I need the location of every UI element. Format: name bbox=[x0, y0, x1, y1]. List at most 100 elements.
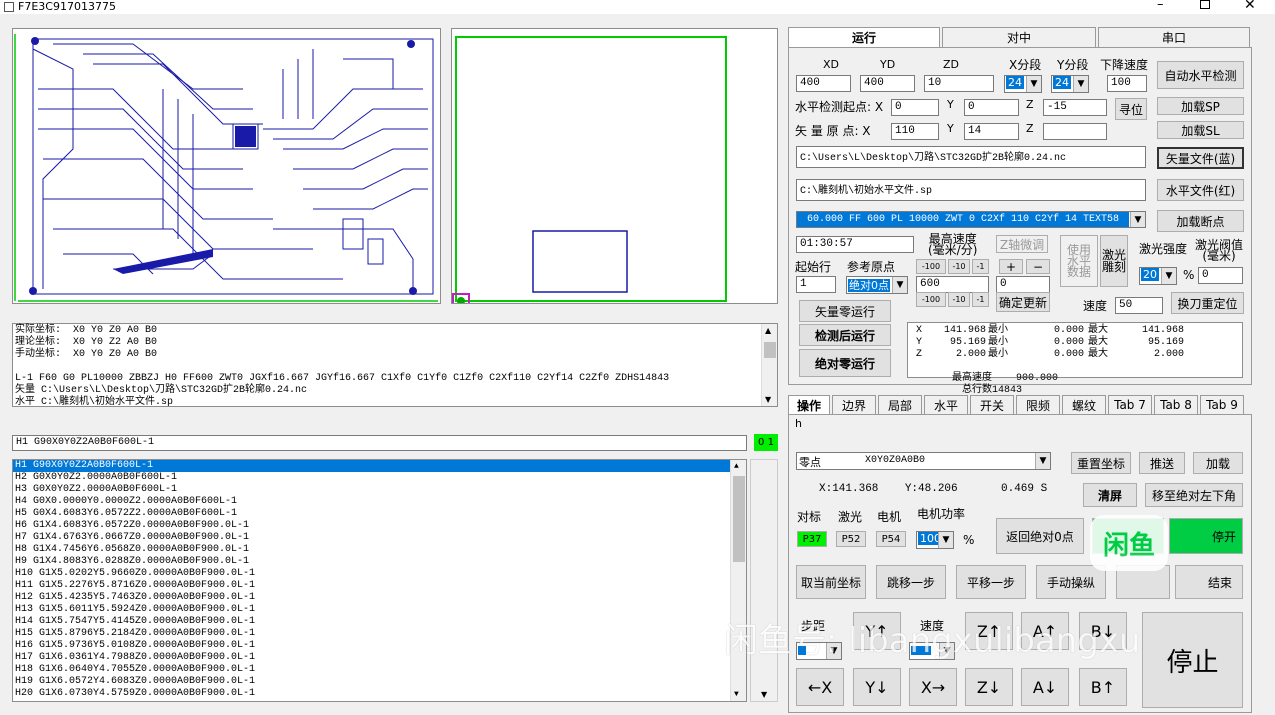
gcode-row[interactable]: H3 G0X0Y0Z2.0000A0B0F600L-1 bbox=[13, 484, 731, 496]
gcode-row[interactable]: H6 G1X4.6083Y6.0572Z0.0000A0B0F900.0L-1 bbox=[13, 520, 731, 532]
reset-coord-button[interactable]: 重置坐标 bbox=[1071, 452, 1131, 474]
tab-run[interactable]: 运行 bbox=[788, 27, 940, 47]
vector-preview-canvas[interactable] bbox=[451, 28, 778, 307]
vector-zero-run-button[interactable]: 矢量零运行 bbox=[799, 300, 891, 322]
laser-power-select[interactable]: 20 ▼ bbox=[1139, 267, 1177, 285]
speed-minus100-button-top[interactable]: -100 bbox=[916, 259, 946, 274]
abs-zero-run-button[interactable]: 绝对零运行 bbox=[799, 349, 891, 377]
load-button[interactable]: 加载 bbox=[1193, 452, 1243, 474]
command-input[interactable]: H1 G90X0Y0Z2A0B0F600L-1 bbox=[12, 435, 747, 451]
gcode-list-scrollbar[interactable]: ▲ ▼ bbox=[730, 460, 746, 701]
speed-minus10-button-top[interactable]: -10 bbox=[948, 259, 970, 274]
vector-file-button[interactable]: 矢量文件(蓝) bbox=[1157, 147, 1244, 169]
speed-minus1-button[interactable]: -1 bbox=[972, 292, 989, 307]
manual-control-button[interactable]: 手动操纵 bbox=[1036, 565, 1106, 599]
gcode-row[interactable]: H1 G90X0Y0Z2A0B0F600L-1 bbox=[13, 460, 731, 472]
speed-minus100-button[interactable]: -100 bbox=[916, 292, 946, 307]
xd-field[interactable]: 400 bbox=[796, 75, 851, 92]
vector-file-path[interactable]: C:\Users\L\Desktop\刀路\STC32GD扩2B轮廓0.24.n… bbox=[796, 146, 1146, 168]
return-abs-zero-button[interactable]: 返回绝对0点 bbox=[996, 518, 1084, 554]
speed-minus10-button[interactable]: -10 bbox=[948, 292, 970, 307]
get-current-coord-button[interactable]: 取当前坐标 bbox=[796, 565, 866, 599]
start-row-field[interactable]: 1 bbox=[796, 276, 836, 293]
stop-open-button[interactable]: 停开 bbox=[1169, 518, 1243, 554]
load-breakpoint-button[interactable]: 加载断点 bbox=[1157, 210, 1244, 232]
z-minus-button[interactable]: − bbox=[1026, 259, 1050, 274]
gcode-row[interactable]: H2 G0X0Y0Z2.0000A0B0F600L-1 bbox=[13, 472, 731, 484]
confirm-update-button[interactable]: 确定更新 bbox=[996, 292, 1050, 312]
gcode-row[interactable]: H9 G1X4.8083Y6.0288Z0.0000A0B0F900.0L-1 bbox=[13, 556, 731, 568]
pcb-preview-canvas[interactable] bbox=[12, 28, 441, 304]
minimize-icon[interactable]: – bbox=[1157, 0, 1164, 12]
gcode-row[interactable]: H7 G1X4.6763Y6.0667Z0.0000A0B0F900.0L-1 bbox=[13, 532, 731, 544]
tab-bottom-2[interactable]: 局部 bbox=[878, 395, 922, 414]
tab-bottom-3[interactable]: 水平 bbox=[924, 395, 968, 414]
gcode-outer-scrollbar[interactable]: ▼ bbox=[750, 459, 778, 702]
gcode-row[interactable]: H20 G1X6.0730Y4.5759Z0.0000A0B0F900.0L-1 bbox=[13, 688, 731, 700]
tab-bottom-5[interactable]: 限频 bbox=[1016, 395, 1060, 414]
p52-toggle[interactable]: P52 bbox=[836, 531, 866, 547]
tab-bottom-7[interactable]: Tab 7 bbox=[1108, 395, 1152, 414]
gcode-row[interactable]: H5 G0X4.6083Y6.0572Z2.0000A0B0F600L-1 bbox=[13, 508, 731, 520]
x-left-button[interactable]: ←X bbox=[796, 668, 844, 706]
level-x-field[interactable]: 0 bbox=[891, 99, 939, 116]
laser-engrave-button[interactable]: 激光 雕刻 bbox=[1100, 235, 1128, 287]
gcode-row[interactable]: H12 G1X5.4235Y5.7463Z0.0000A0B0F900.0L-1 bbox=[13, 592, 731, 604]
info-log-scrollbar[interactable]: ▲ ▼ bbox=[761, 324, 777, 406]
gcode-row[interactable]: H17 G1X6.0361Y4.7988Z0.0000A0B0F900.0L-1 bbox=[13, 652, 731, 664]
pan-step-button[interactable]: 平移一步 bbox=[956, 565, 1026, 599]
tab-bottom-8[interactable]: Tab 8 bbox=[1154, 395, 1198, 414]
ref-origin-select[interactable]: 绝对0点 ▼ bbox=[846, 276, 908, 294]
tab-center[interactable]: 对中 bbox=[942, 27, 1096, 47]
speed-minus1-button-top[interactable]: -1 bbox=[972, 259, 989, 274]
clear-screen-button[interactable]: 清屏 bbox=[1083, 483, 1137, 507]
p37-toggle[interactable]: P37 bbox=[797, 531, 827, 547]
jump-step-button[interactable]: 跳移一步 bbox=[876, 565, 946, 599]
params-select[interactable]: 60.000 FF 600 PL 10000 ZWT 0 C2Xf 110 C2… bbox=[796, 211, 1146, 228]
yd-field[interactable]: 400 bbox=[860, 75, 915, 92]
tab-bottom-9[interactable]: Tab 9 bbox=[1200, 395, 1244, 414]
gcode-row[interactable]: H14 G1X5.7547Y5.4145Z0.0000A0B0F900.0L-1 bbox=[13, 616, 731, 628]
gcode-row[interactable]: H13 G1X5.6011Y5.5924Z0.0000A0B0F900.0L-1 bbox=[13, 604, 731, 616]
tool-change-button[interactable]: 换刀重定位 bbox=[1171, 292, 1244, 314]
stop-button[interactable]: 停止 bbox=[1142, 612, 1243, 708]
level-y-field[interactable]: 0 bbox=[964, 99, 1019, 116]
zd-field[interactable]: 10 bbox=[924, 75, 994, 92]
gcode-row[interactable]: H10 G1X5.0202Y5.9660Z0.0000A0B0F900.0L-1 bbox=[13, 568, 731, 580]
check-run-button[interactable]: 检测后运行 bbox=[799, 324, 891, 346]
origin-z-field[interactable] bbox=[1043, 123, 1107, 140]
gcode-row[interactable]: H4 G0X0.0000Y0.0000Z2.0000A0B0F600L-1 bbox=[13, 496, 731, 508]
b-up-button[interactable]: B↑ bbox=[1079, 668, 1127, 706]
seek-position-button[interactable]: 寻位 bbox=[1115, 98, 1147, 120]
load-sp-button[interactable]: 加载SP bbox=[1157, 97, 1244, 115]
down-speed-field[interactable]: 100 bbox=[1107, 75, 1147, 92]
tab-serial[interactable]: 串口 bbox=[1098, 27, 1250, 47]
end-button[interactable]: 结束 bbox=[1175, 565, 1243, 599]
x-right-button[interactable]: X→ bbox=[909, 668, 957, 706]
gcode-row[interactable]: H16 G1X5.9736Y5.0108Z0.0000A0B0F900.0L-1 bbox=[13, 640, 731, 652]
zero-point-select[interactable]: 零点 X0Y0Z0A0B0 ▼ bbox=[796, 452, 1051, 470]
z-micro-adjust-button[interactable]: Z轴微调 bbox=[996, 235, 1048, 253]
origin-y-field[interactable]: 14 bbox=[964, 123, 1019, 140]
motor-power-select[interactable]: 100 ▼ bbox=[916, 531, 954, 549]
move-abs-bottom-left-button[interactable]: 移至绝对左下角 bbox=[1145, 483, 1243, 507]
tab-bottom-6[interactable]: 螺纹 bbox=[1062, 395, 1106, 414]
gcode-row[interactable]: H8 G1X4.7456Y6.0568Z0.0000A0B0F900.0L-1 bbox=[13, 544, 731, 556]
p54-toggle[interactable]: P54 bbox=[876, 531, 906, 547]
tab-bottom-0[interactable]: 操作 bbox=[788, 395, 830, 414]
laser-threshold-field[interactable]: 0 bbox=[1198, 267, 1243, 284]
a-down-button[interactable]: A↓ bbox=[1021, 668, 1069, 706]
push-button[interactable]: 推送 bbox=[1139, 452, 1185, 474]
z-micro-field[interactable]: 0 bbox=[996, 276, 1050, 293]
gcode-row[interactable]: H11 G1X5.2276Y5.8716Z0.0000A0B0F900.0L-1 bbox=[13, 580, 731, 592]
tab-bottom-4[interactable]: 开关 bbox=[970, 395, 1014, 414]
z-down-button[interactable]: Z↓ bbox=[965, 668, 1013, 706]
level-z-field[interactable]: -15 bbox=[1043, 99, 1107, 116]
speed-field[interactable]: 50 bbox=[1115, 297, 1163, 314]
max-speed-field[interactable]: 600 bbox=[916, 276, 989, 293]
gcode-row[interactable]: H19 G1X6.0572Y4.6083Z0.0000A0B0F900.0L-1 bbox=[13, 676, 731, 688]
y-segment-select[interactable]: 24 ▼ bbox=[1051, 75, 1089, 93]
load-sl-button[interactable]: 加载SL bbox=[1157, 121, 1244, 139]
x-segment-select[interactable]: 24 ▼ bbox=[1004, 75, 1042, 93]
close-icon[interactable]: ✕ bbox=[1244, 0, 1256, 13]
